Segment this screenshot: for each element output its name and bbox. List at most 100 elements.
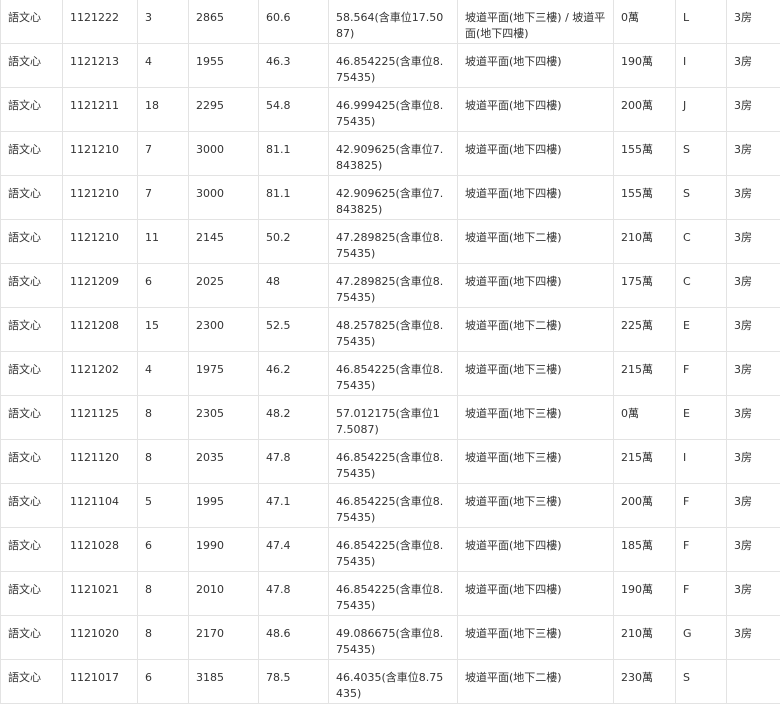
unit-price-cell: 46.3 [258,43,329,88]
table-row: 語文心 1121125 8 2305 48.2 57.012175(含車位17.5087)… [0,395,780,440]
rooms-cell: 3房 [726,351,780,396]
unit-price-cell: 60.6 [258,0,329,44]
rooms-cell: 3房 [726,307,780,352]
price-cell: 2025 [188,263,259,308]
rooms-cell: 3房 [726,219,780,264]
parking-price-cell: 215萬 [613,439,676,484]
area-cell: 46.854225(含車位8.75435) [328,351,458,396]
floor-cell: 6 [137,263,189,308]
area-cell: 46.854225(含車位8.75435) [328,571,458,616]
date-cell: 1121210 [62,131,138,176]
rooms-cell: 3房 [726,615,780,660]
price-cell: 1995 [188,483,259,528]
parking-price-cell: 200萬 [613,87,676,132]
price-cell: 2305 [188,395,259,440]
parking-price-cell: 210萬 [613,219,676,264]
date-cell: 1121020 [62,615,138,660]
community-cell: 語文心 [0,87,63,132]
parking-type-cell: 坡道平面(地下四樓) [457,175,614,220]
area-cell: 42.909625(含車位7.843825) [328,131,458,176]
table-row: 語文心 1121208 15 2300 52.5 48.257825(含車位8.75435… [0,307,780,352]
parking-price-cell: 190萬 [613,571,676,616]
date-cell: 1121209 [62,263,138,308]
community-cell: 語文心 [0,439,63,484]
parking-type-cell: 坡道平面(地下二樓) [457,219,614,264]
date-cell: 1121125 [62,395,138,440]
date-cell: 1121017 [62,659,138,704]
parking-price-cell: 230萬 [613,659,676,704]
unit-type-cell: F [675,351,727,396]
area-cell: 46.854225(含車位8.75435) [328,43,458,88]
area-cell: 57.012175(含車位17.5087) [328,395,458,440]
parking-price-cell: 0萬 [613,395,676,440]
price-cell: 1975 [188,351,259,396]
unit-price-cell: 47.8 [258,571,329,616]
date-cell: 1121213 [62,43,138,88]
table-row: 語文心 1121210 11 2145 50.2 47.289825(含車位8.75435… [0,219,780,264]
floor-cell: 11 [137,219,189,264]
floor-cell: 8 [137,395,189,440]
parking-price-cell: 190萬 [613,43,676,88]
floor-cell: 4 [137,43,189,88]
unit-type-cell: J [675,87,727,132]
table-row: 語文心 1121210 7 3000 81.1 42.909625(含車位7.843825… [0,175,780,220]
community-cell: 語文心 [0,395,63,440]
unit-price-cell: 46.2 [258,351,329,396]
table-row: 語文心 1121028 6 1990 47.4 46.854225(含車位8.75435)… [0,527,780,572]
parking-price-cell: 155萬 [613,131,676,176]
rooms-cell: 3房 [726,395,780,440]
area-cell: 48.257825(含車位8.75435) [328,307,458,352]
community-cell: 語文心 [0,571,63,616]
unit-type-cell: L [675,0,727,44]
date-cell: 1121210 [62,175,138,220]
price-cell: 2010 [188,571,259,616]
table-row: 語文心 1121209 6 2025 48 47.289825(含車位8.75435) 坡道… [0,263,780,308]
rooms-cell: 3房 [726,263,780,308]
date-cell: 1121222 [62,0,138,44]
price-cell: 2865 [188,0,259,44]
date-cell: 1121211 [62,87,138,132]
rooms-cell: 3房 [726,483,780,528]
parking-price-cell: 155萬 [613,175,676,220]
table-row: 語文心 1121211 18 2295 54.8 46.999425(含車位8.75435… [0,87,780,132]
unit-price-cell: 47.8 [258,439,329,484]
community-cell: 語文心 [0,307,63,352]
community-cell: 語文心 [0,263,63,308]
floor-cell: 7 [137,175,189,220]
community-cell: 語文心 [0,131,63,176]
area-cell: 46.854225(含車位8.75435) [328,439,458,484]
parking-type-cell: 坡道平面(地下四樓) [457,263,614,308]
price-cell: 2170 [188,615,259,660]
parking-type-cell: 坡道平面(地下四樓) [457,527,614,572]
area-cell: 46.999425(含車位8.75435) [328,87,458,132]
unit-type-cell: C [675,263,727,308]
floor-cell: 6 [137,659,189,704]
area-cell: 47.289825(含車位8.75435) [328,219,458,264]
unit-type-cell: F [675,527,727,572]
table-row: 語文心 1121213 4 1955 46.3 46.854225(含車位8.75435)… [0,43,780,88]
parking-type-cell: 坡道平面(地下三樓) [457,351,614,396]
unit-type-cell: E [675,307,727,352]
floor-cell: 8 [137,439,189,484]
community-cell: 語文心 [0,527,63,572]
unit-type-cell: S [675,659,727,704]
price-cell: 3000 [188,131,259,176]
community-cell: 語文心 [0,659,63,704]
rooms-cell [726,659,780,704]
price-cell: 1990 [188,527,259,572]
unit-type-cell: F [675,571,727,616]
unit-price-cell: 54.8 [258,87,329,132]
area-cell: 46.4035(含車位8.75435) [328,659,458,704]
price-cell: 3185 [188,659,259,704]
parking-price-cell: 225萬 [613,307,676,352]
date-cell: 1121202 [62,351,138,396]
table-row: 語文心 1121017 6 3185 78.5 46.4035(含車位8.75435) 坡道… [0,659,780,704]
unit-price-cell: 48 [258,263,329,308]
table-row: 語文心 1121202 4 1975 46.2 46.854225(含車位8.75435)… [0,351,780,396]
table-row: 語文心 1121021 8 2010 47.8 46.854225(含車位8.75435)… [0,571,780,616]
table-body: 語文心 1121222 3 2865 60.6 58.564(含車位17.5087) 坡道平… [0,0,780,704]
unit-type-cell: F [675,483,727,528]
floor-cell: 18 [137,87,189,132]
rooms-cell: 3房 [726,43,780,88]
price-cell: 2300 [188,307,259,352]
